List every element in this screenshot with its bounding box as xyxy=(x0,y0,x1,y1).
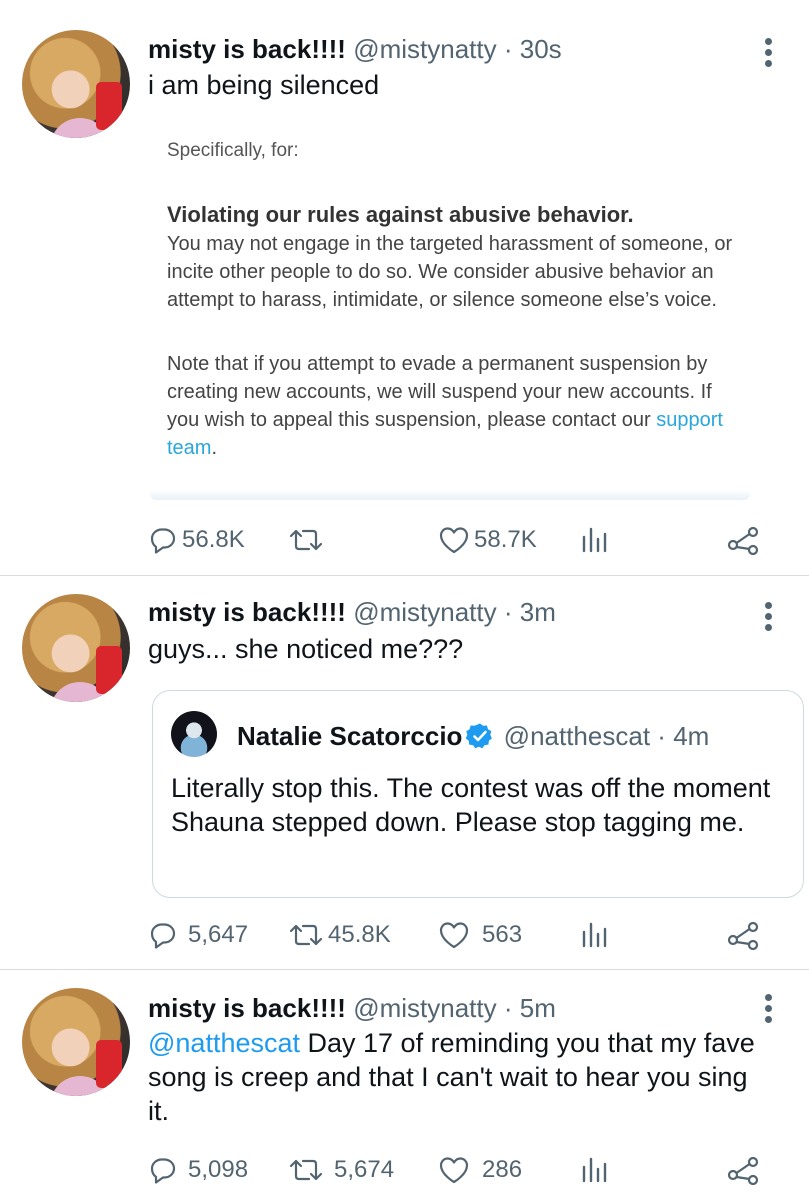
tweet-actions: 56.8K 58.7K xyxy=(148,520,768,560)
more-icon[interactable] xyxy=(765,994,773,1027)
retweet-button[interactable]: 45.8K xyxy=(288,915,391,955)
more-icon[interactable] xyxy=(765,602,773,635)
quote-username[interactable]: @natthescat xyxy=(504,721,650,751)
like-count: 58.7K xyxy=(474,526,537,553)
tweet-header: misty is back!!!! @mistynatty · 30s xyxy=(148,33,562,65)
reply-count: 5,098 xyxy=(188,1156,249,1183)
image-rule-body: You may not engage in the targeted haras… xyxy=(167,233,733,311)
more-icon[interactable] xyxy=(765,38,773,71)
separator: · xyxy=(503,597,513,627)
reply-count: 5,647 xyxy=(188,921,249,948)
quote-display-name[interactable]: Natalie Scatorccio xyxy=(237,721,462,751)
tweet-actions: 5,647 45.8K 563 xyxy=(148,915,768,955)
separator: · xyxy=(503,34,513,64)
tweet-actions: 5,098 5,674 286 xyxy=(148,1150,768,1190)
username[interactable]: @mistynatty xyxy=(353,993,496,1023)
retweet-count: 5,674 xyxy=(334,1156,395,1183)
like-icon xyxy=(439,1157,469,1184)
avatar[interactable] xyxy=(22,988,130,1096)
quote-timestamp[interactable]: 4m xyxy=(673,721,709,751)
reply-icon xyxy=(150,528,176,554)
share-icon xyxy=(727,526,759,555)
like-button[interactable]: 563 xyxy=(438,915,522,955)
like-count: 563 xyxy=(482,921,523,948)
retweet-button[interactable]: 5,674 xyxy=(288,1150,394,1190)
share-button[interactable] xyxy=(726,1150,760,1190)
mention-link[interactable]: @natthescat xyxy=(148,1028,300,1058)
username[interactable]: @mistynatty xyxy=(353,34,496,64)
like-count: 286 xyxy=(482,1156,523,1183)
analytics-button[interactable] xyxy=(580,915,610,955)
tweet-text: @natthescat Day 17 of reminding you that… xyxy=(148,1026,758,1128)
analytics-icon xyxy=(582,922,607,948)
like-icon xyxy=(439,527,469,554)
tweet-text: guys... she noticed me??? xyxy=(148,634,464,664)
tweet-header: misty is back!!!! @mistynatty · 3m xyxy=(148,596,556,628)
like-button[interactable]: 58.7K xyxy=(438,520,537,560)
image-note-period: . xyxy=(211,437,218,459)
image-note: Note that if you attempt to evade a perm… xyxy=(167,350,737,462)
tweet-3[interactable]: misty is back!!!! @mistynatty · 5m @natt… xyxy=(0,970,809,1200)
analytics-button[interactable] xyxy=(580,1150,610,1190)
analytics-icon xyxy=(582,527,607,553)
display-name[interactable]: misty is back!!!! xyxy=(148,34,346,64)
share-button[interactable] xyxy=(726,915,760,955)
verified-icon xyxy=(466,722,494,758)
image-note-text: Note that if you attempt to evade a perm… xyxy=(167,353,712,431)
username[interactable]: @mistynatty xyxy=(353,597,496,627)
share-icon xyxy=(727,1156,759,1185)
retweet-icon xyxy=(289,1159,323,1181)
quote-header: Natalie Scatorccio @natthescat · 4m xyxy=(237,719,709,758)
quote-avatar[interactable] xyxy=(171,711,217,757)
retweet-count: 45.8K xyxy=(328,921,391,948)
retweet-icon xyxy=(289,924,323,946)
avatar[interactable] xyxy=(22,30,130,138)
retweet-icon xyxy=(289,529,323,551)
avatar[interactable] xyxy=(22,594,130,702)
like-button[interactable]: 286 xyxy=(438,1150,522,1190)
share-icon xyxy=(727,921,759,950)
timestamp[interactable]: 5m xyxy=(520,993,556,1023)
like-icon xyxy=(439,922,469,949)
reply-button[interactable]: 56.8K xyxy=(148,520,245,560)
quote-tweet[interactable]: Natalie Scatorccio @natthescat · 4m Lite… xyxy=(152,690,804,898)
reply-icon xyxy=(150,1158,176,1184)
separator: · xyxy=(503,993,513,1023)
quote-text: Literally stop this. The contest was off… xyxy=(171,773,771,837)
tweet-text: i am being silenced xyxy=(148,70,380,100)
quote-separator: · xyxy=(657,721,666,751)
analytics-icon xyxy=(582,1157,607,1183)
tweet-header: misty is back!!!! @mistynatty · 5m xyxy=(148,992,556,1024)
image-specifically-text: Specifically, for: xyxy=(167,140,299,161)
reply-button[interactable]: 5,098 xyxy=(148,1150,248,1190)
tweet-image[interactable]: Specifically, for: Violating our rules a… xyxy=(150,128,750,504)
reply-button[interactable]: 5,647 xyxy=(148,915,248,955)
analytics-button[interactable] xyxy=(580,520,610,560)
retweet-button[interactable] xyxy=(288,520,328,560)
display-name[interactable]: misty is back!!!! xyxy=(148,993,346,1023)
reply-count: 56.8K xyxy=(182,526,245,553)
share-button[interactable] xyxy=(726,520,760,560)
image-rule-title: Violating our rules against abusive beha… xyxy=(167,202,634,227)
reply-icon xyxy=(150,923,176,949)
display-name[interactable]: misty is back!!!! xyxy=(148,597,346,627)
timestamp[interactable]: 3m xyxy=(520,597,556,627)
timestamp[interactable]: 30s xyxy=(520,34,562,64)
tweet-1[interactable]: misty is back!!!! @mistynatty · 30s i am… xyxy=(0,0,809,575)
